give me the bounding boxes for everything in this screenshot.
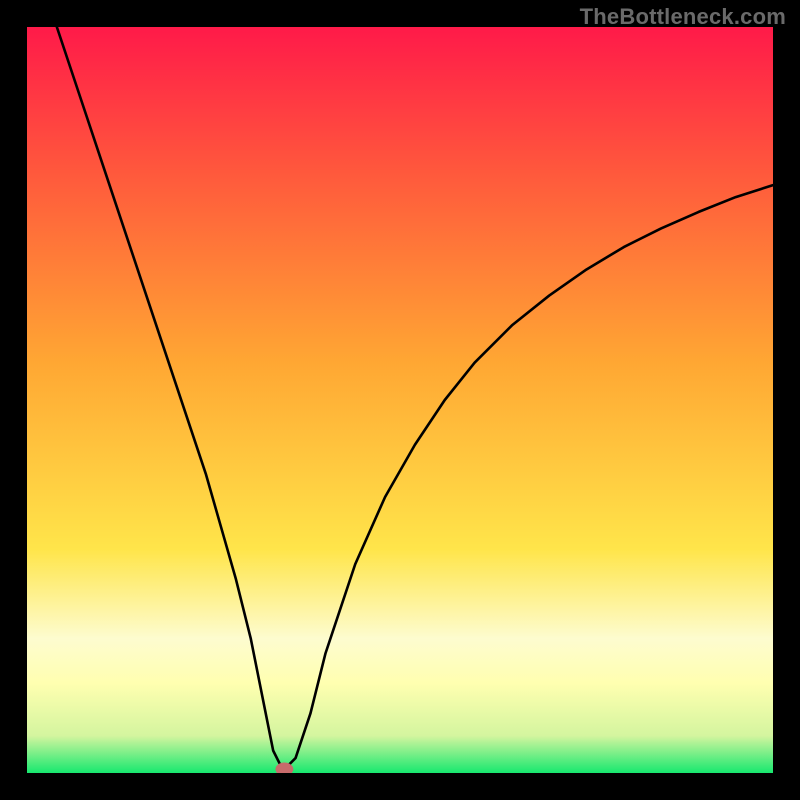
gradient-background <box>27 27 773 773</box>
watermark-text: TheBottleneck.com <box>580 4 786 30</box>
chart-svg <box>27 27 773 773</box>
chart-frame: TheBottleneck.com <box>0 0 800 800</box>
plot-area <box>27 27 773 773</box>
